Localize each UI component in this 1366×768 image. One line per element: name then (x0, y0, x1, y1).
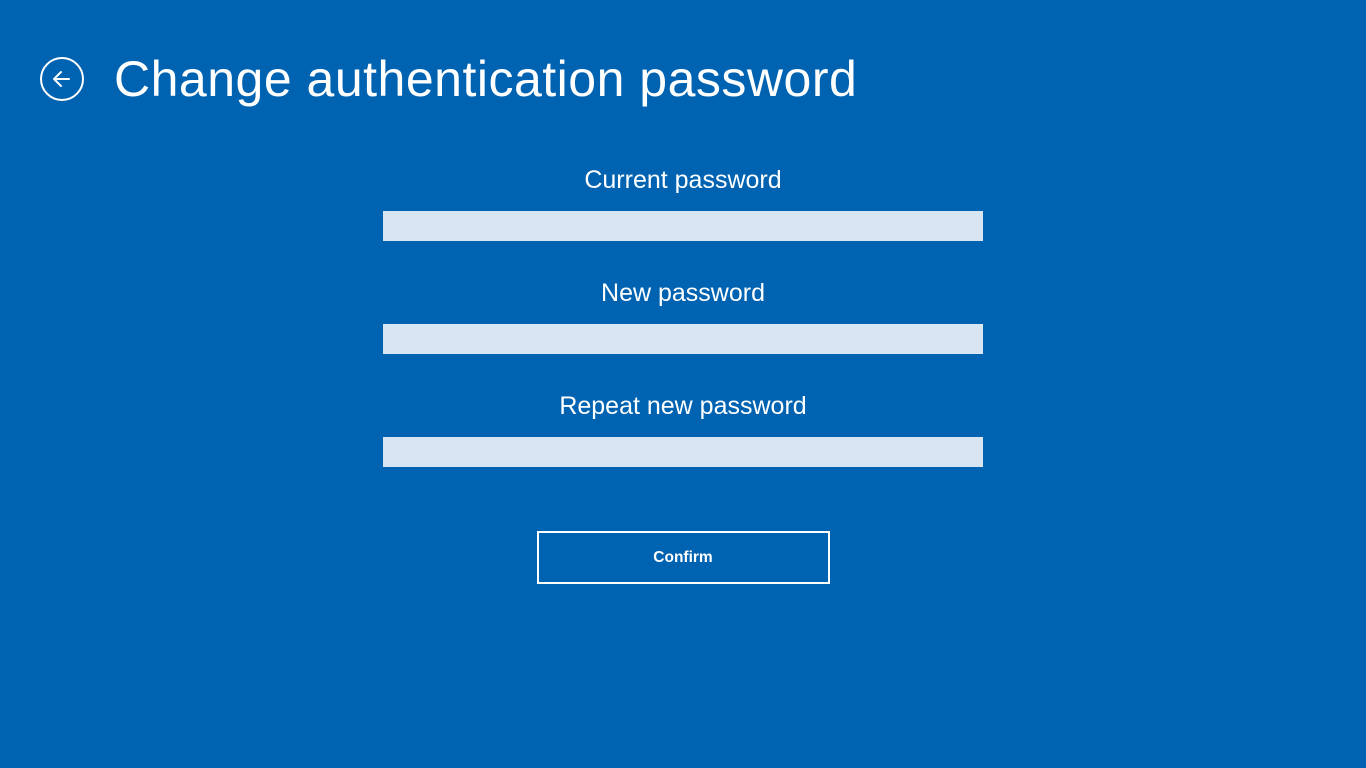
current-password-input[interactable] (383, 211, 983, 241)
current-password-group: Current password (383, 166, 983, 241)
new-password-group: New password (383, 279, 983, 354)
new-password-label: New password (601, 279, 765, 308)
arrow-left-icon (50, 67, 74, 91)
new-password-input[interactable] (383, 324, 983, 354)
page-title: Change authentication password (114, 50, 857, 108)
confirm-button[interactable]: Confirm (537, 531, 830, 584)
header: Change authentication password (0, 0, 1366, 108)
repeat-password-input[interactable] (383, 437, 983, 467)
repeat-password-label: Repeat new password (559, 392, 806, 421)
current-password-label: Current password (584, 166, 781, 195)
back-button[interactable] (40, 57, 84, 101)
repeat-password-group: Repeat new password (383, 392, 983, 467)
password-form: Current password New password Repeat new… (0, 166, 1366, 584)
